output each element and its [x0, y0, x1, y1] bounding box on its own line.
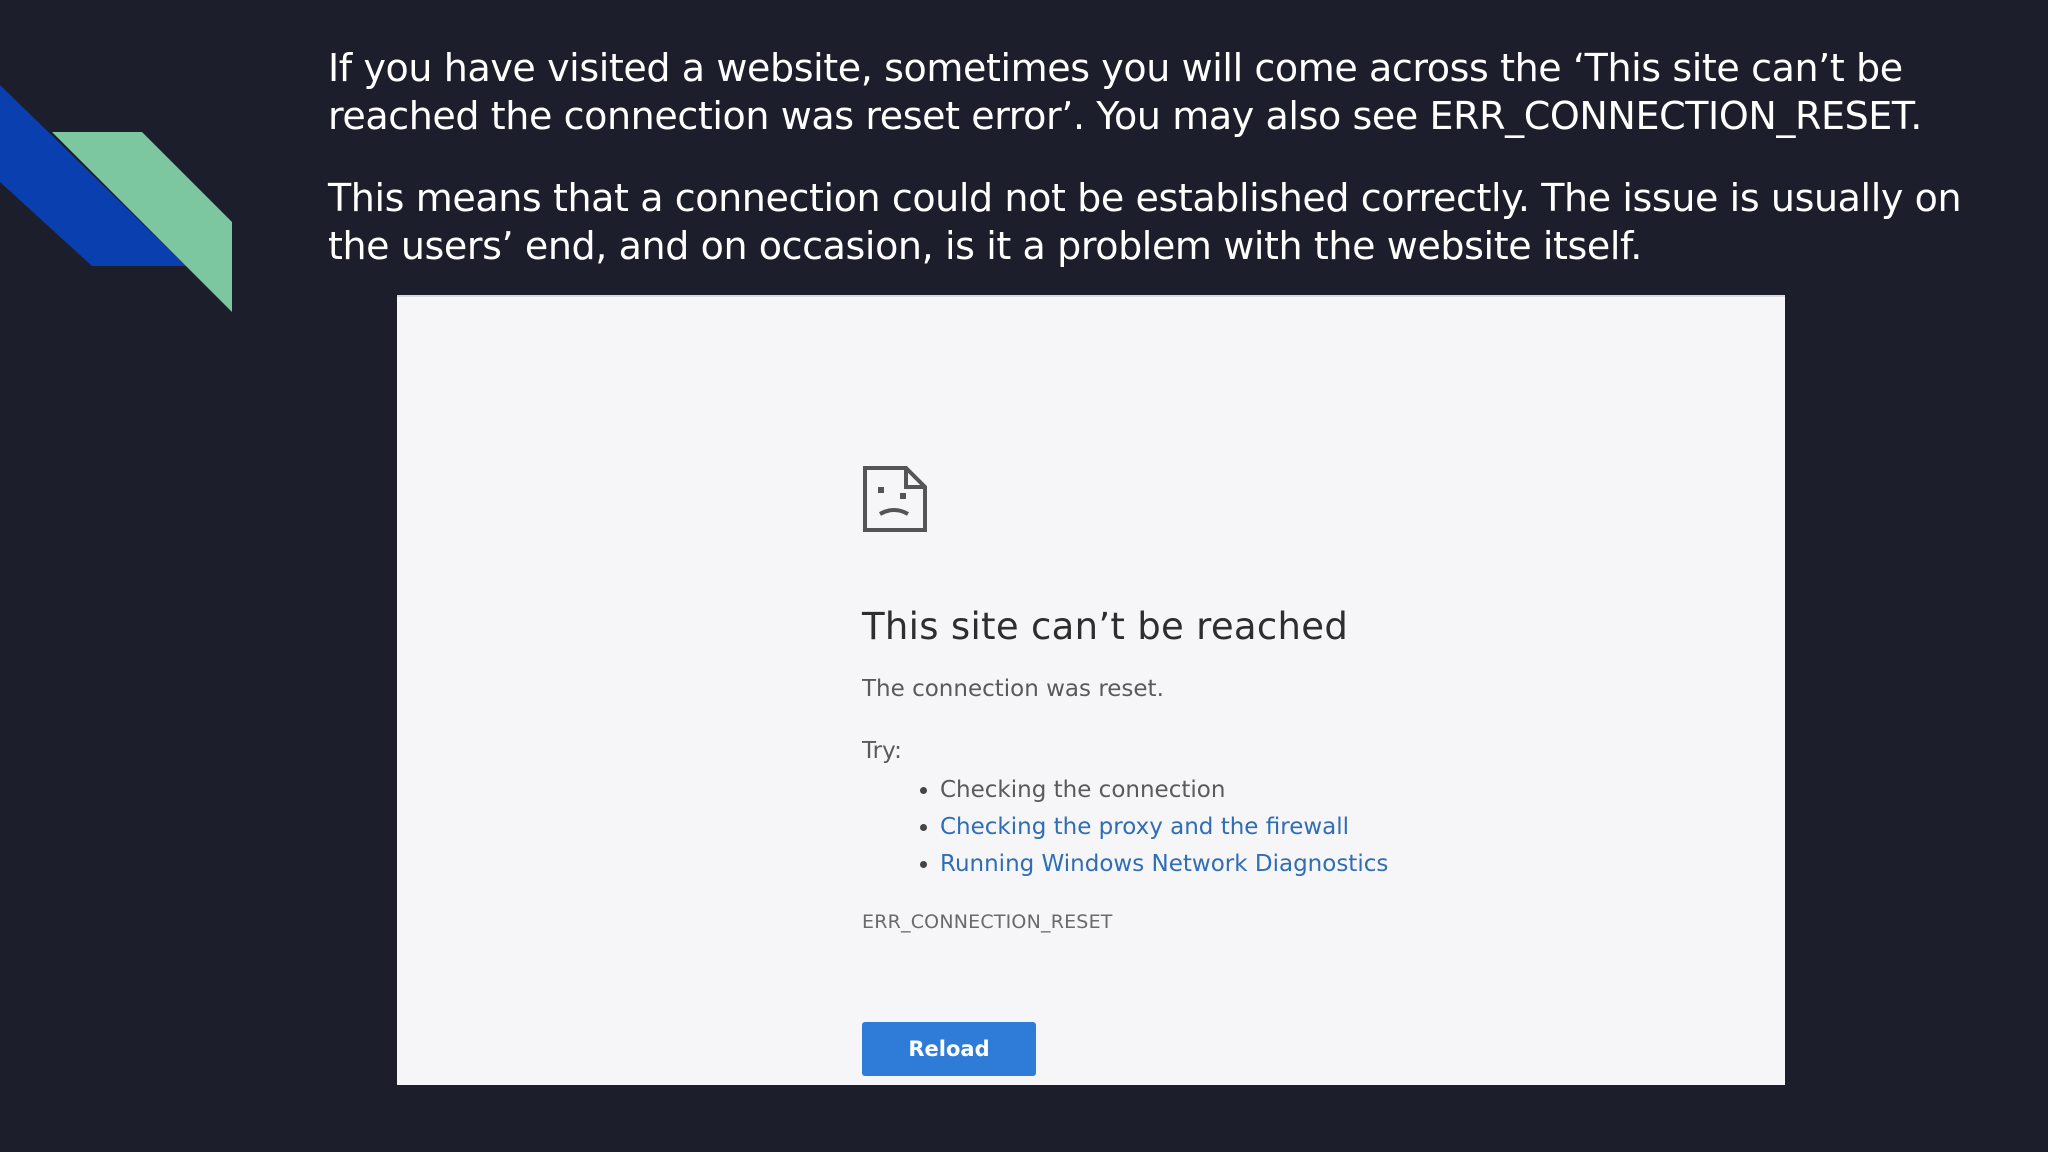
- browser-error-screenshot: This site can’t be reached The connectio…: [397, 295, 1785, 1085]
- suggestion-check-connection: Checking the connection: [940, 772, 1562, 809]
- reload-button[interactable]: Reload: [862, 1022, 1036, 1076]
- suggestion-network-diagnostics-link[interactable]: Running Windows Network Diagnostics: [940, 846, 1562, 883]
- explanation-paragraph: This means that a connection could not b…: [328, 176, 1962, 268]
- sad-page-icon: [863, 466, 927, 532]
- suggestion-link-label[interactable]: Running Windows Network Diagnostics: [940, 851, 1388, 877]
- error-title: This site can’t be reached: [862, 605, 1349, 648]
- error-code: ERR_CONNECTION_RESET: [862, 911, 1113, 933]
- error-page-content: This site can’t be reached The connectio…: [862, 465, 1562, 1076]
- slide-body-text: If you have visited a website, sometimes…: [328, 44, 2008, 304]
- suggestion-link-label[interactable]: Checking the proxy and the firewall: [940, 814, 1349, 840]
- suggestion-check-proxy-firewall-link[interactable]: Checking the proxy and the firewall: [940, 809, 1562, 846]
- intro-paragraph: If you have visited a website, sometimes…: [328, 46, 1922, 138]
- try-label: Try:: [862, 738, 902, 764]
- suggestions-list: Checking the connection Checking the pro…: [862, 772, 1562, 883]
- error-subtitle: The connection was reset.: [862, 676, 1164, 702]
- corner-stripes-decoration: [0, 85, 232, 312]
- suggestion-label: Checking the connection: [940, 777, 1226, 803]
